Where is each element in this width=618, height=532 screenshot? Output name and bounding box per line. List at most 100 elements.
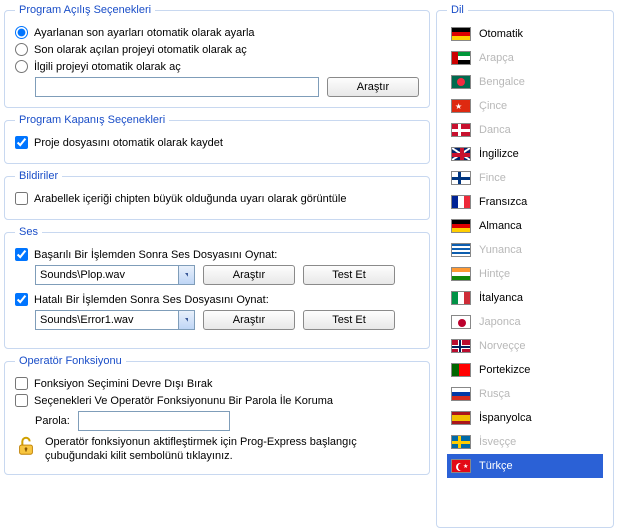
language-item[interactable]: Otomatik (447, 22, 603, 46)
startup-project-path-input[interactable] (35, 77, 319, 97)
flag-icon (451, 411, 471, 425)
success-sound-dropdown-button[interactable] (178, 266, 194, 284)
language-item-label: Fransızca (479, 196, 527, 208)
flag-icon (451, 243, 471, 257)
language-list: Otomatik Arapça Bengalce ★ Çince Danca İngiliz… (447, 22, 603, 478)
language-item-label: Japonca (479, 316, 521, 328)
language-item[interactable]: Danca (447, 118, 603, 142)
success-sound-test-button[interactable]: Test Et (303, 265, 395, 285)
language-item-label: Türkçe (479, 460, 513, 472)
startup-radio-last-project-label: Son olarak açılan projeyi otomatik olara… (34, 44, 247, 56)
language-item-label: İsveççe (479, 436, 516, 448)
error-sound-browse-button[interactable]: Araştır (203, 310, 295, 330)
shutdown-options-group: Program Kapanış Seçenekleri Proje dosyas… (4, 114, 430, 164)
language-item-label: Almanca (479, 220, 522, 232)
flag-icon (451, 267, 471, 281)
language-item-label: Bengalce (479, 76, 525, 88)
flag-icon (451, 147, 471, 161)
language-item[interactable]: İtalyanca (447, 286, 603, 310)
shutdown-options-legend: Program Kapanış Seçenekleri (15, 114, 169, 126)
language-item[interactable]: Japonca (447, 310, 603, 334)
save-project-checkbox[interactable] (15, 136, 28, 149)
flag-icon (451, 363, 471, 377)
startup-radio-last-settings[interactable] (15, 26, 28, 39)
flag-icon (451, 387, 471, 401)
language-item[interactable]: Almanca (447, 214, 603, 238)
language-item-label: Rusça (479, 388, 510, 400)
language-item-label: Otomatik (479, 28, 523, 40)
disable-function-select-checkbox[interactable] (15, 377, 28, 390)
flag-icon (451, 171, 471, 185)
language-item-label: İspanyolca (479, 412, 532, 424)
language-item-label: İtalyanca (479, 292, 523, 304)
startup-radio-last-project[interactable] (15, 43, 28, 56)
flag-icon: ★ (451, 459, 471, 473)
language-item[interactable]: Fransızca (447, 190, 603, 214)
language-item-label: Hintçe (479, 268, 510, 280)
success-sound-checkbox[interactable] (15, 248, 28, 261)
error-sound-combo[interactable] (35, 310, 195, 330)
language-item-label: Yunanca (479, 244, 522, 256)
language-item[interactable]: İsveççe (447, 430, 603, 454)
chevron-down-icon (185, 318, 188, 323)
unlock-icon (15, 435, 37, 457)
language-item-label: İngilizce (479, 148, 519, 160)
language-item[interactable]: ★ Çince (447, 94, 603, 118)
language-group: Dil Otomatik Arapça Bengalce ★ Çince Danca İng… (436, 4, 614, 528)
flag-icon (451, 315, 471, 329)
error-sound-label: Hatalı Bir İşlemden Sonra Ses Dosyasını … (34, 294, 269, 306)
language-item[interactable]: Fince (447, 166, 603, 190)
operator-group: Operatör Fonksiyonu Fonksiyon Seçimini D… (4, 355, 430, 475)
language-item[interactable]: ★ Türkçe (447, 454, 603, 478)
startup-options-legend: Program Açılış Seçenekleri (15, 4, 155, 16)
startup-radio-related-project[interactable] (15, 60, 28, 73)
language-item[interactable]: Portekizce (447, 358, 603, 382)
error-sound-checkbox[interactable] (15, 293, 28, 306)
flag-icon (451, 75, 471, 89)
buffer-warn-checkbox[interactable] (15, 192, 28, 205)
notices-legend: Bildiriler (15, 170, 62, 182)
language-item[interactable]: Hintçe (447, 262, 603, 286)
language-item[interactable]: İngilizce (447, 142, 603, 166)
error-sound-test-button[interactable]: Test Et (303, 310, 395, 330)
password-protect-checkbox[interactable] (15, 394, 28, 407)
language-item-label: Arapça (479, 52, 514, 64)
language-item[interactable]: Bengalce (447, 70, 603, 94)
language-item-label: Çince (479, 100, 507, 112)
flag-icon (451, 27, 471, 41)
password-label: Parola: (35, 415, 70, 427)
disable-function-select-label: Fonksiyon Seçimini Devre Dışı Bırak (34, 378, 213, 390)
language-item[interactable]: Norveççe (447, 334, 603, 358)
language-item-label: Portekizce (479, 364, 530, 376)
sound-legend: Ses (15, 226, 42, 238)
success-sound-combo[interactable] (35, 265, 195, 285)
save-project-label: Proje dosyasını otomatik olarak kaydet (34, 137, 223, 149)
language-item-label: Danca (479, 124, 511, 136)
language-legend: Dil (447, 4, 468, 16)
language-item[interactable]: Rusça (447, 382, 603, 406)
startup-radio-last-settings-label: Ayarlanan son ayarları otomatik olarak a… (34, 27, 255, 39)
language-item[interactable]: İspanyolca (447, 406, 603, 430)
success-sound-label: Başarılı Bir İşlemden Sonra Ses Dosyasın… (34, 249, 277, 261)
startup-browse-button[interactable]: Araştır (327, 77, 419, 97)
flag-icon: ★ (451, 99, 471, 113)
operator-legend: Operatör Fonksiyonu (15, 355, 126, 367)
password-input[interactable] (78, 411, 230, 431)
flag-icon (451, 435, 471, 449)
sound-group: Ses Başarılı Bir İşlemden Sonra Ses Dosy… (4, 226, 430, 349)
notices-group: Bildiriler Arabellek içeriği chipten büy… (4, 170, 430, 220)
error-sound-file-input[interactable] (35, 310, 195, 330)
language-item[interactable]: Arapça (447, 46, 603, 70)
flag-icon (451, 291, 471, 305)
success-sound-browse-button[interactable]: Araştır (203, 265, 295, 285)
password-protect-label: Seçenekleri Ve Operatör Fonksiyonunu Bir… (34, 395, 333, 407)
startup-radio-related-project-label: İlgili projeyi otomatik olarak aç (34, 61, 181, 73)
success-sound-file-input[interactable] (35, 265, 195, 285)
language-item-label: Norveççe (479, 340, 525, 352)
flag-icon (451, 195, 471, 209)
error-sound-dropdown-button[interactable] (178, 311, 194, 329)
flag-icon (451, 123, 471, 137)
language-item[interactable]: Yunanca (447, 238, 603, 262)
flag-icon (451, 339, 471, 353)
language-item-label: Fince (479, 172, 506, 184)
